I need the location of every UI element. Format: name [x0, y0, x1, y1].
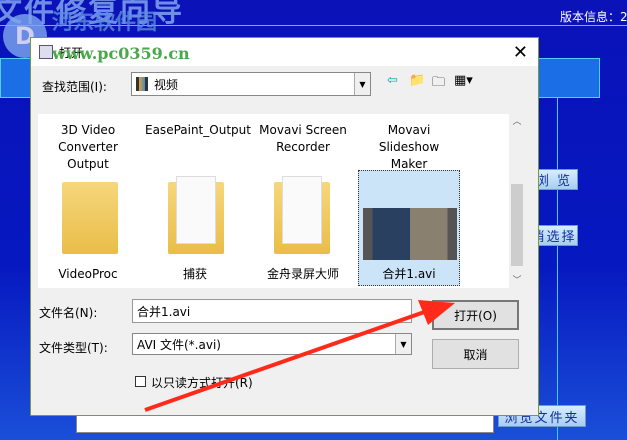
readonly-checkbox[interactable]: [135, 376, 146, 387]
look-in-value: 视频: [154, 77, 179, 92]
list-item[interactable]: 3D Video Converter Output: [38, 122, 138, 173]
filetype-combo[interactable]: AVI 文件(*.avi) ▼: [132, 333, 412, 355]
scrollbar[interactable]: ︿ ﹀: [509, 114, 525, 288]
up-folder-icon[interactable]: 📁: [409, 73, 425, 88]
video-folder-icon: [136, 77, 148, 91]
folder-icon[interactable]: [168, 176, 224, 254]
list-item[interactable]: Movavi Screen Recorder: [253, 122, 353, 156]
readonly-label: 以只读方式打开(R): [151, 376, 253, 390]
watermark-url: www.pc0359.cn: [52, 44, 190, 63]
list-item[interactable]: 金舟录屏大师: [253, 266, 353, 283]
folder-icon[interactable]: [62, 182, 118, 254]
look-in-combo[interactable]: 视频 ▼: [131, 72, 371, 96]
dialog-icon: [39, 45, 53, 59]
cancel-button[interactable]: 取消: [432, 339, 519, 369]
list-item[interactable]: EasePaint_Output: [145, 122, 251, 139]
list-item[interactable]: 捕获: [145, 266, 245, 283]
open-file-dialog: 打开 ✕ 查找范围(I): 视频 ▼ ⇦ 📁 🗀 ▦▾ 3D Video Con…: [30, 37, 539, 416]
back-icon[interactable]: ⇦: [387, 73, 398, 88]
version-label: 版本信息：2: [560, 10, 627, 24]
list-item[interactable]: 合并1.avi: [359, 266, 459, 283]
close-icon[interactable]: ✕: [513, 42, 528, 63]
open-button[interactable]: 打开(O): [432, 300, 519, 330]
panel-border: [538, 98, 558, 440]
chevron-down-icon[interactable]: ▼: [395, 334, 411, 354]
scrollbar-thumb[interactable]: [511, 184, 523, 266]
filename-input[interactable]: 合并1.avi: [132, 299, 412, 323]
video-thumbnail-icon: [363, 208, 457, 260]
new-folder-icon[interactable]: 🗀: [432, 73, 445, 95]
file-list[interactable]: 3D Video Converter Output EasePaint_Outp…: [38, 114, 525, 288]
chevron-down-icon[interactable]: ▼: [354, 73, 370, 95]
watermark-name: 河东软件园: [52, 10, 157, 34]
filetype-label: 文件类型(T):: [39, 341, 108, 355]
look-in-label: 查找范围(I):: [42, 80, 107, 94]
list-item[interactable]: Movavi Slideshow Maker: [359, 122, 459, 173]
filename-label: 文件名(N):: [39, 306, 98, 320]
filetype-value: AVI 文件(*.avi): [137, 337, 221, 352]
list-item[interactable]: VideoProc: [38, 266, 138, 283]
folder-icon[interactable]: [274, 176, 330, 254]
view-menu-icon[interactable]: ▦▾: [454, 73, 473, 88]
